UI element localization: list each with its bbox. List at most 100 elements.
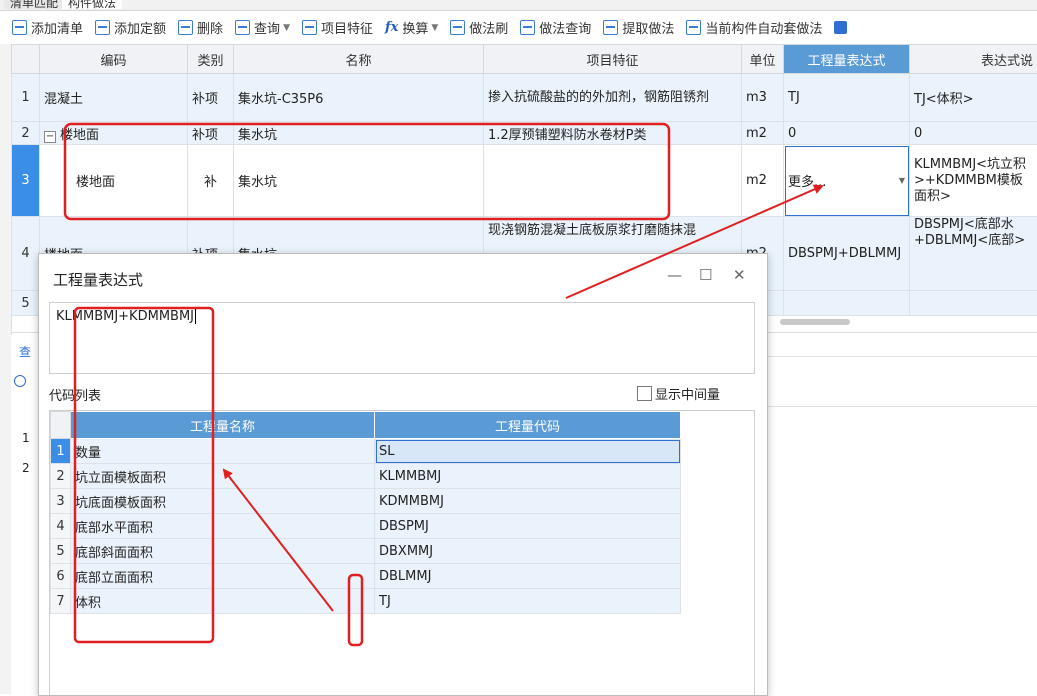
cell-name[interactable]: 集水坑 — [234, 145, 484, 217]
cell-unit[interactable]: m3 — [742, 74, 784, 122]
expression-input[interactable]: KLMMBMJ+KDMMBMJ — [49, 302, 755, 374]
minimize-icon[interactable]: — — [667, 266, 682, 284]
tab-list-match[interactable]: 清单匹配 — [4, 0, 64, 9]
close-icon[interactable]: ✕ — [733, 266, 746, 284]
quantity-code[interactable]: KLMMBMJ — [375, 464, 681, 489]
code-row[interactable]: 3坑底面模板面积KDMMBMJ — [51, 489, 681, 514]
text-cursor — [195, 309, 196, 324]
row-number: 6 — [51, 564, 71, 589]
quantity-name[interactable]: 底部水平面积 — [71, 514, 375, 539]
quantity-name[interactable]: 坑底面模板面积 — [71, 489, 375, 514]
cell-type[interactable]: 补项 — [188, 74, 234, 122]
row-number: 5 — [51, 539, 71, 564]
maximize-icon[interactable]: ☐ — [699, 266, 712, 284]
cell-expression[interactable] — [784, 291, 910, 316]
code-list-panel: 工程量名称 工程量代码 1数量SL 2坑立面模板面积KLMMBMJ 3坑底面模板… — [49, 410, 755, 695]
cell-unit[interactable]: m2 — [742, 145, 784, 217]
cell-expression-dropdown[interactable]: 更多...▼ — [784, 145, 910, 217]
quantity-name[interactable]: 坑立面模板面积 — [71, 464, 375, 489]
cell-expression[interactable]: TJ — [784, 74, 910, 122]
delete-button[interactable]: 删除 — [178, 18, 223, 37]
quantity-name[interactable]: 底部斜面面积 — [71, 539, 375, 564]
cell-feature[interactable] — [484, 145, 742, 217]
extract-method-button[interactable]: 提取做法 — [603, 18, 674, 37]
item-feature-button[interactable]: 项目特征 — [302, 18, 373, 37]
header-unit[interactable]: 单位 — [742, 45, 784, 74]
cell-name[interactable]: 集水坑 — [234, 122, 484, 145]
cell-code[interactable]: 楼地面 — [40, 145, 188, 217]
code-row[interactable]: 6底部立面面积DBLMMJ — [51, 564, 681, 589]
method-brush-icon — [450, 20, 465, 35]
cell-expression-desc: DBSPMJ<底部水+DBLMMJ<底部> — [910, 217, 1037, 291]
top-tab-strip: 清单匹配 构件做法 — [0, 0, 1037, 11]
row-number: 4 — [51, 514, 71, 539]
chevron-down-icon: ▼ — [283, 23, 290, 33]
grid-header-row: 编码 类别 名称 项目特征 单位 工程量表达式 表达式说 — [12, 45, 1037, 74]
cell-code[interactable]: −楼地面 — [40, 122, 188, 145]
quantity-code[interactable]: SL — [375, 439, 681, 464]
add-quota-icon — [95, 20, 110, 35]
horizontal-scrollbar[interactable] — [780, 319, 850, 325]
quantity-code[interactable]: KDMMBMJ — [375, 489, 681, 514]
cell-feature[interactable]: 1.2厚预铺塑料防水卷材P类 — [484, 122, 742, 145]
header-quantity-expression[interactable]: 工程量表达式 — [784, 45, 910, 74]
cell-expression[interactable]: DBSPMJ+DBLMMJ — [784, 217, 910, 291]
add-quota-button[interactable]: 添加定额 — [95, 18, 166, 37]
quantity-code[interactable]: DBSPMJ — [375, 514, 681, 539]
table-row[interactable]: 2 −楼地面 补项 集水坑 1.2厚预铺塑料防水卷材P类 m2 0 0 — [12, 122, 1037, 145]
auto-apply-checkbox[interactable] — [834, 21, 847, 34]
row-number: 3 — [51, 489, 71, 514]
row-number: 5 — [12, 291, 40, 316]
auto-apply-button[interactable]: 当前构件自动套做法 — [686, 18, 822, 37]
cell-code[interactable]: 混凝土 — [40, 74, 188, 122]
quantity-name[interactable]: 底部立面面积 — [71, 564, 375, 589]
quantity-code[interactable]: DBXMMJ — [375, 539, 681, 564]
cell-feature[interactable]: 掺入抗硫酸盐的的外加剂，钢筋阻锈剂 — [484, 74, 742, 122]
tab-component-method[interactable]: 构件做法 — [62, 0, 122, 9]
row-number: 1 — [12, 74, 40, 122]
header-rownum — [12, 45, 40, 74]
quantity-code[interactable]: TJ — [375, 589, 681, 614]
add-list-button[interactable]: 添加清单 — [12, 18, 83, 37]
code-row[interactable]: 4底部水平面积DBSPMJ — [51, 514, 681, 539]
lower-panel-side: 查 1 2 — [11, 335, 41, 694]
quantity-code[interactable]: DBLMMJ — [375, 564, 681, 589]
quantity-name[interactable]: 体积 — [71, 589, 375, 614]
header-expression-desc[interactable]: 表达式说 — [910, 45, 1037, 74]
cell-unit[interactable]: m2 — [742, 122, 784, 145]
query-button[interactable]: 查询▼ — [235, 18, 290, 37]
tab-query[interactable]: 查 — [19, 343, 31, 360]
header-type[interactable]: 类别 — [188, 45, 234, 74]
item-feature-icon — [302, 20, 317, 35]
header-quantity-name[interactable]: 工程量名称 — [71, 412, 375, 439]
show-intermediate-checkbox[interactable]: 显示中间量 — [637, 384, 720, 403]
code-list-label: 代码列表 — [49, 385, 101, 404]
query-icon — [235, 20, 250, 35]
cell-name[interactable]: 集水坑-C35P6 — [234, 74, 484, 122]
header-feature[interactable]: 项目特征 — [484, 45, 742, 74]
quantity-name[interactable]: 数量 — [71, 439, 375, 464]
header-quantity-code[interactable]: 工程量代码 — [375, 412, 681, 439]
cell-expression-desc: 0 — [910, 122, 1037, 145]
cell-type[interactable]: 补项 — [188, 122, 234, 145]
collapse-icon[interactable]: − — [44, 131, 56, 143]
header-name[interactable]: 名称 — [234, 45, 484, 74]
code-row[interactable]: 5底部斜面面积DBXMMJ — [51, 539, 681, 564]
radio-button[interactable] — [14, 375, 26, 387]
code-list-table: 工程量名称 工程量代码 1数量SL 2坑立面模板面积KLMMBMJ 3坑底面模板… — [50, 411, 681, 614]
convert-button[interactable]: fx换算▼ — [385, 18, 438, 37]
code-row[interactable]: 7体积TJ — [51, 589, 681, 614]
method-query-button[interactable]: 做法查询 — [520, 18, 591, 37]
extract-method-icon — [603, 20, 618, 35]
cell-type[interactable]: 补 — [188, 145, 234, 217]
chevron-down-icon[interactable]: ▼ — [899, 176, 905, 185]
code-row[interactable]: 1数量SL — [51, 439, 681, 464]
delete-icon — [178, 20, 193, 35]
table-row-selected[interactable]: 3 楼地面 补 集水坑 m2 更多...▼ KLMMBMJ<坑立积>+KDMMB… — [12, 145, 1037, 217]
table-row[interactable]: 1 混凝土 补项 集水坑-C35P6 掺入抗硫酸盐的的外加剂，钢筋阻锈剂 m3 … — [12, 74, 1037, 122]
header-code[interactable]: 编码 — [40, 45, 188, 74]
code-row[interactable]: 2坑立面模板面积KLMMBMJ — [51, 464, 681, 489]
cell-expression[interactable]: 0 — [784, 122, 910, 145]
method-brush-button[interactable]: 做法刷 — [450, 18, 508, 37]
chevron-down-icon: ▼ — [431, 23, 438, 33]
